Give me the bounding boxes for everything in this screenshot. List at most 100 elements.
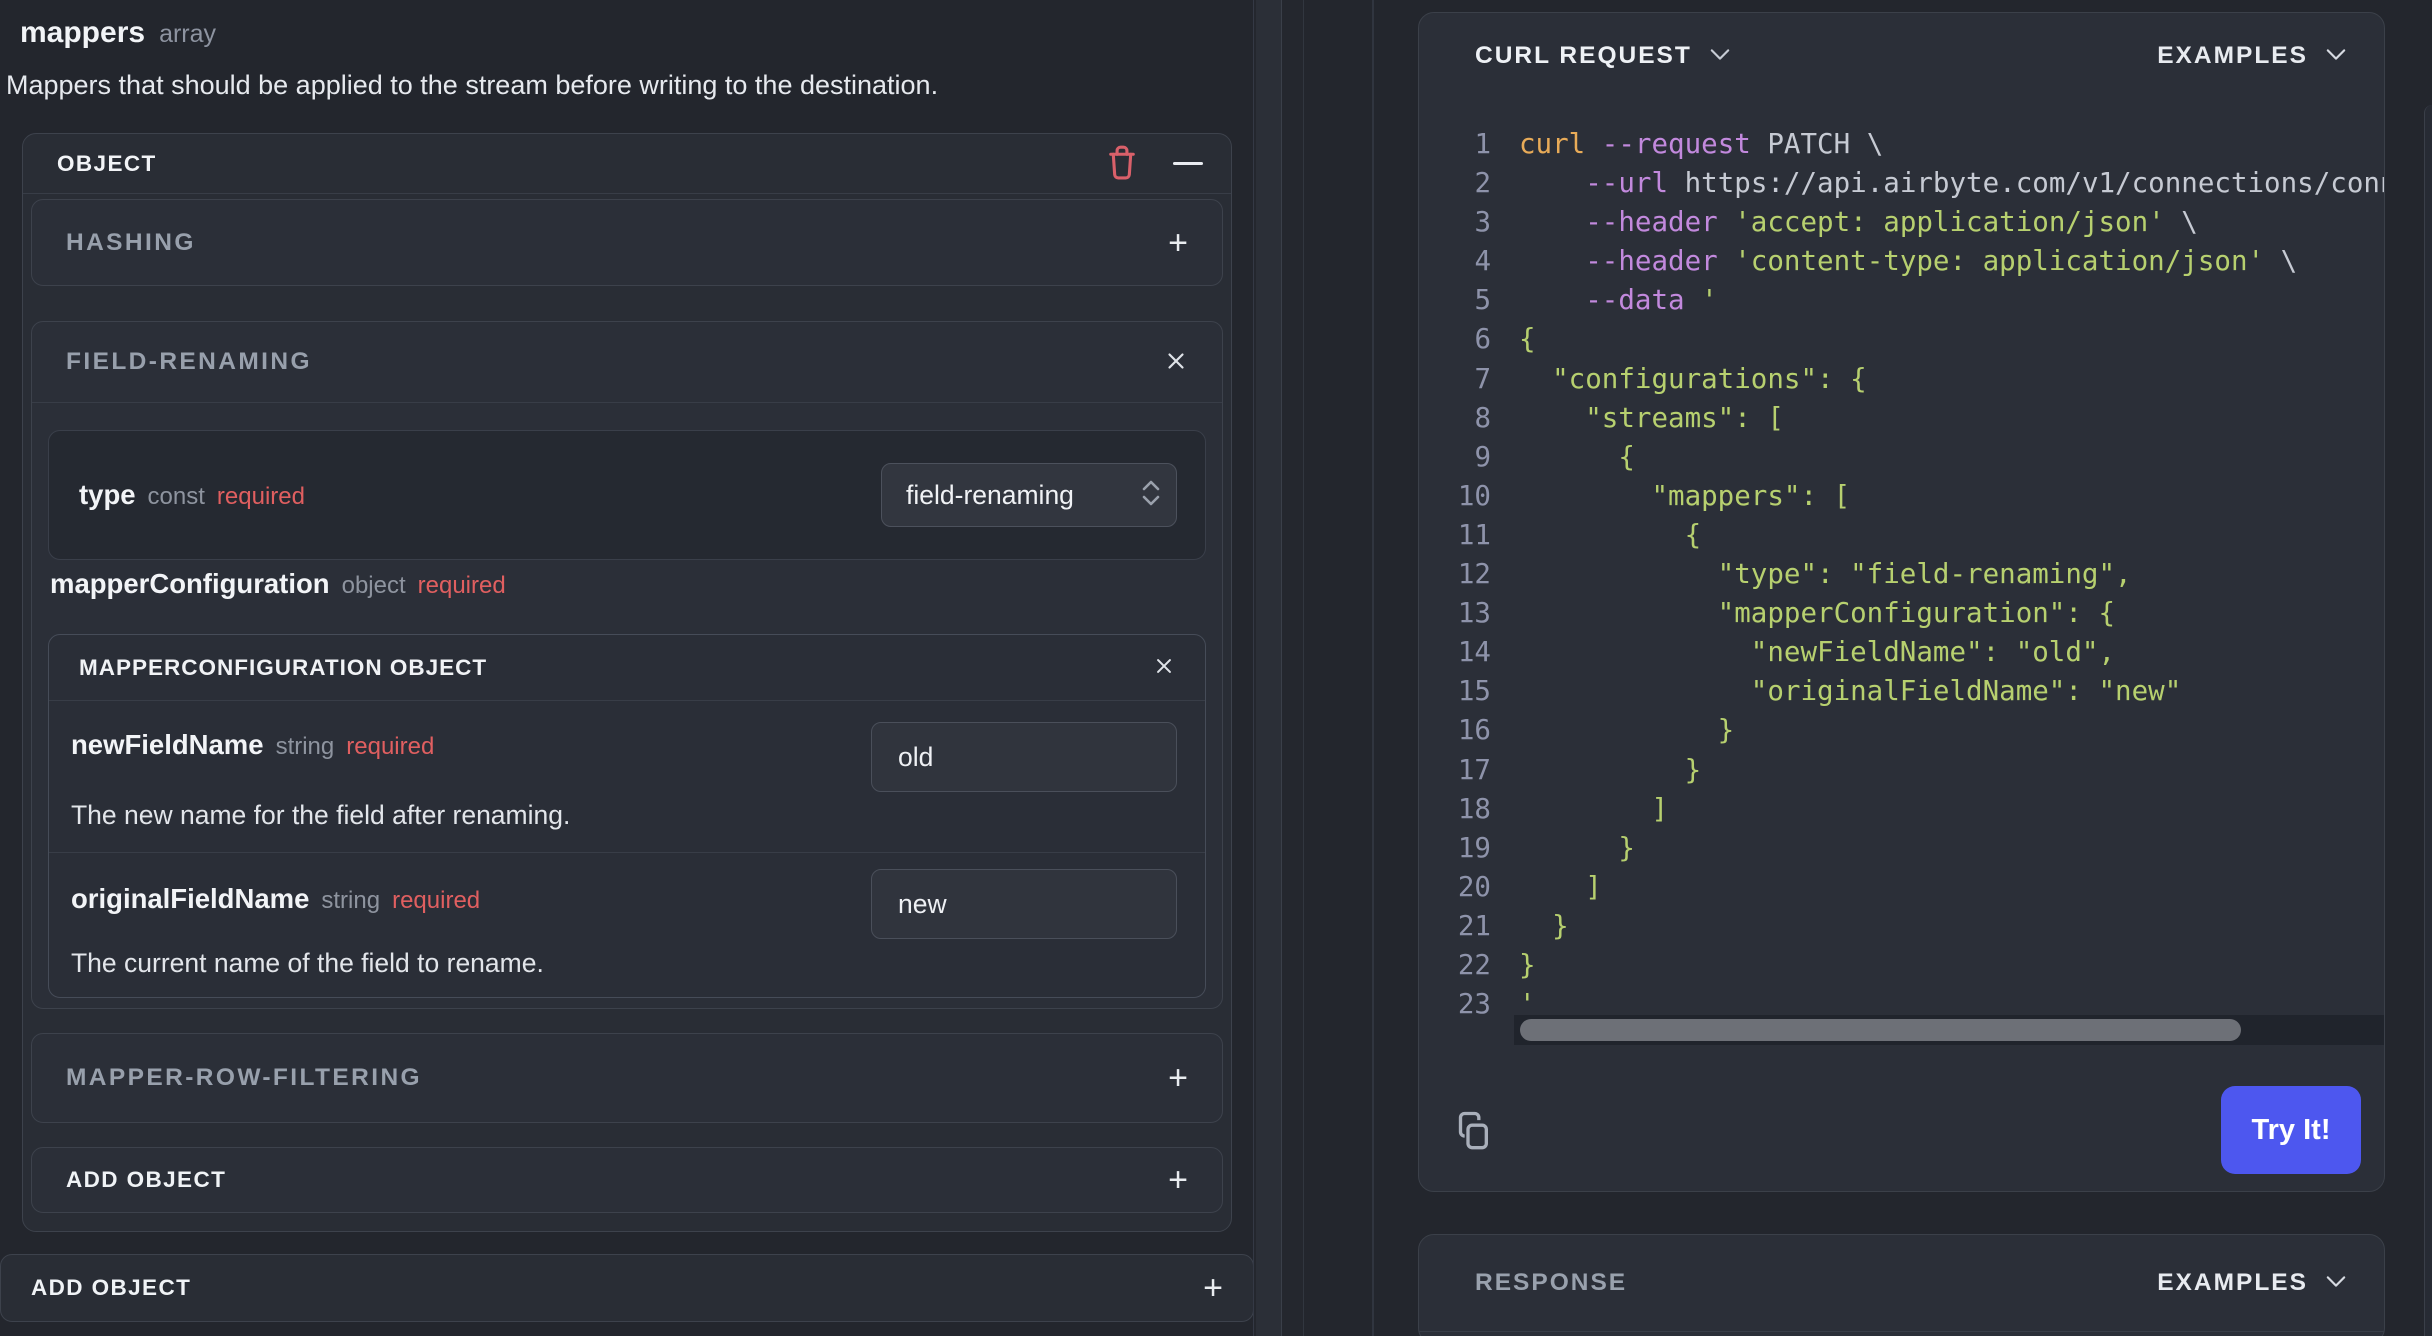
- plus-icon: +: [1168, 1161, 1188, 1199]
- code-text: }: [1519, 909, 1569, 942]
- close-mapper-configuration-button[interactable]: [1153, 655, 1175, 680]
- section-mapper-row-filtering-label: MAPPER-ROW-FILTERING: [66, 1064, 422, 1091]
- section-mapper-row-filtering[interactable]: MAPPER-ROW-FILTERING +: [31, 1033, 1223, 1123]
- original-field-name-labels: originalFieldName string required: [71, 883, 480, 915]
- mapper-object-card: OBJECT HASHING + FIELD-RENAMING type con…: [22, 133, 1232, 1232]
- mapper-configuration-header: MAPPERCONFIGURATION OBJECT: [49, 635, 1205, 701]
- curl-examples-label: EXAMPLES: [2157, 42, 2308, 69]
- code-line: 16 }: [1419, 711, 2384, 750]
- code-text: --header 'content-type: application/json…: [1585, 245, 2298, 278]
- type-select-value: field-renaming: [906, 479, 1074, 510]
- try-it-button[interactable]: Try It!: [2221, 1086, 2361, 1174]
- original-field-name-row: originalFieldName string required The cu…: [49, 853, 1205, 997]
- property-required-badge: required: [417, 572, 506, 599]
- code-text: }: [1519, 753, 1702, 786]
- code-text: "originalFieldName": "new": [1519, 675, 2182, 708]
- code-text: "type": "field-renaming",: [1519, 558, 2132, 591]
- property-description: The new name for the field after renamin…: [71, 800, 571, 830]
- add-object-outer-button[interactable]: ADD OBJECT +: [0, 1254, 1254, 1322]
- code-text: "newFieldName": "old",: [1519, 636, 2116, 669]
- code-horizontal-scrollbar-thumb[interactable]: [1520, 1019, 2241, 1041]
- line-number: 14: [1457, 636, 1491, 669]
- property-kind: object: [341, 572, 406, 599]
- code-line: 20 ]: [1419, 868, 2384, 907]
- line-number: 10: [1457, 479, 1491, 512]
- vertical-scrollbar-thumb[interactable]: [1256, 0, 1282, 1336]
- close-field-renaming-button[interactable]: [1164, 349, 1188, 376]
- copy-code-button[interactable]: [1453, 1109, 1493, 1156]
- field-name: mappers: [20, 16, 146, 49]
- code-line: 18 ]: [1419, 790, 2384, 829]
- line-number: 9: [1474, 440, 1491, 473]
- copy-icon: [1453, 1109, 1493, 1156]
- code-line: 17 }: [1419, 751, 2384, 790]
- line-number: 18: [1457, 792, 1491, 825]
- line-number: 2: [1474, 167, 1491, 200]
- collapse-object-button[interactable]: [1173, 161, 1203, 166]
- code-lines: 1 curl --request PATCH \ 2 --url https://a…: [1419, 99, 2384, 1025]
- property-name: mapperConfiguration: [50, 568, 330, 599]
- line-number: 23: [1457, 988, 1491, 1021]
- code-line: 10 "mappers": [: [1419, 477, 2384, 516]
- line-number: 1: [1474, 128, 1491, 160]
- type-property-labels: type const required: [79, 479, 305, 511]
- code-text: --header 'accept: application/json' \: [1585, 206, 2198, 239]
- chevron-down-icon: [1710, 48, 1730, 64]
- right-edge-panel-sliver: [2424, 105, 2432, 1336]
- field-renaming-label: FIELD-RENAMING: [66, 348, 312, 375]
- curl-request-dropdown[interactable]: CURL REQUEST: [1475, 42, 1730, 70]
- mapper-configuration-card: MAPPERCONFIGURATION OBJECT newFieldName …: [48, 634, 1206, 998]
- original-field-name-input[interactable]: [871, 869, 1177, 939]
- line-number: 22: [1457, 948, 1491, 981]
- delete-object-button[interactable]: [1105, 143, 1139, 184]
- add-object-inner-button[interactable]: ADD OBJECT +: [31, 1147, 1223, 1213]
- line-number: 21: [1457, 909, 1491, 942]
- property-required-badge: required: [216, 483, 305, 510]
- chevron-up-down-icon: [1140, 477, 1162, 514]
- curl-request-header: CURL REQUEST EXAMPLES: [1419, 13, 2384, 99]
- field-renaming-header: FIELD-RENAMING: [32, 322, 1222, 403]
- object-card-title: OBJECT: [57, 150, 157, 176]
- code-line: 11 {: [1419, 516, 2384, 555]
- plus-icon: +: [1168, 1059, 1188, 1097]
- vertical-scrollbar-gutter[interactable]: [1253, 0, 1304, 1336]
- new-field-name-row: newFieldName string required The new nam…: [49, 701, 1205, 853]
- line-number: 3: [1474, 206, 1491, 239]
- response-card: RESPONSE EXAMPLES: [1418, 1234, 2385, 1336]
- code-text: curl --request PATCH \: [1519, 128, 1884, 160]
- plus-icon: +: [1168, 223, 1188, 262]
- response-header: RESPONSE EXAMPLES: [1419, 1235, 2384, 1332]
- line-number: 17: [1457, 753, 1491, 786]
- trash-icon: [1105, 143, 1139, 184]
- code-line: 2 --url https://api.airbyte.com/v1/conne…: [1419, 164, 2384, 203]
- code-line: 7 "configurations": {: [1419, 360, 2384, 399]
- new-field-name-input[interactable]: [871, 722, 1177, 792]
- line-number: 13: [1457, 597, 1491, 630]
- code-line: 3 --header 'accept: application/json' \: [1419, 203, 2384, 242]
- response-title: RESPONSE: [1475, 1269, 1628, 1296]
- field-heading: mappers array: [20, 16, 216, 50]
- code-line: 8 "streams": [: [1419, 399, 2384, 438]
- code-text: "configurations": {: [1519, 362, 1867, 395]
- code-line: 4 --header 'content-type: application/js…: [1419, 242, 2384, 281]
- line-number: 19: [1457, 831, 1491, 864]
- section-field-renaming: FIELD-RENAMING type const required field…: [31, 321, 1223, 1009]
- code-text: {: [1519, 518, 1702, 551]
- line-number: 6: [1474, 323, 1491, 356]
- code-line: 6{: [1419, 320, 2384, 359]
- add-object-inner-label: ADD OBJECT: [66, 1167, 227, 1192]
- response-examples-dropdown[interactable]: EXAMPLES: [2157, 1269, 2346, 1297]
- mapper-configuration-labels: mapperConfiguration object required: [50, 568, 506, 608]
- code-text: }: [1519, 714, 1735, 747]
- code-text: ]: [1519, 870, 1602, 903]
- code-line: 9 {: [1419, 438, 2384, 477]
- property-kind: string: [321, 887, 381, 914]
- close-icon: [1164, 349, 1188, 376]
- curl-examples-dropdown[interactable]: EXAMPLES: [2157, 42, 2346, 70]
- section-hashing[interactable]: HASHING +: [31, 199, 1223, 286]
- line-number: 8: [1474, 401, 1491, 434]
- line-number: 12: [1457, 558, 1491, 591]
- type-select[interactable]: field-renaming: [881, 463, 1177, 527]
- section-hashing-label: HASHING: [66, 228, 196, 256]
- code-horizontal-scrollbar[interactable]: [1514, 1015, 2384, 1045]
